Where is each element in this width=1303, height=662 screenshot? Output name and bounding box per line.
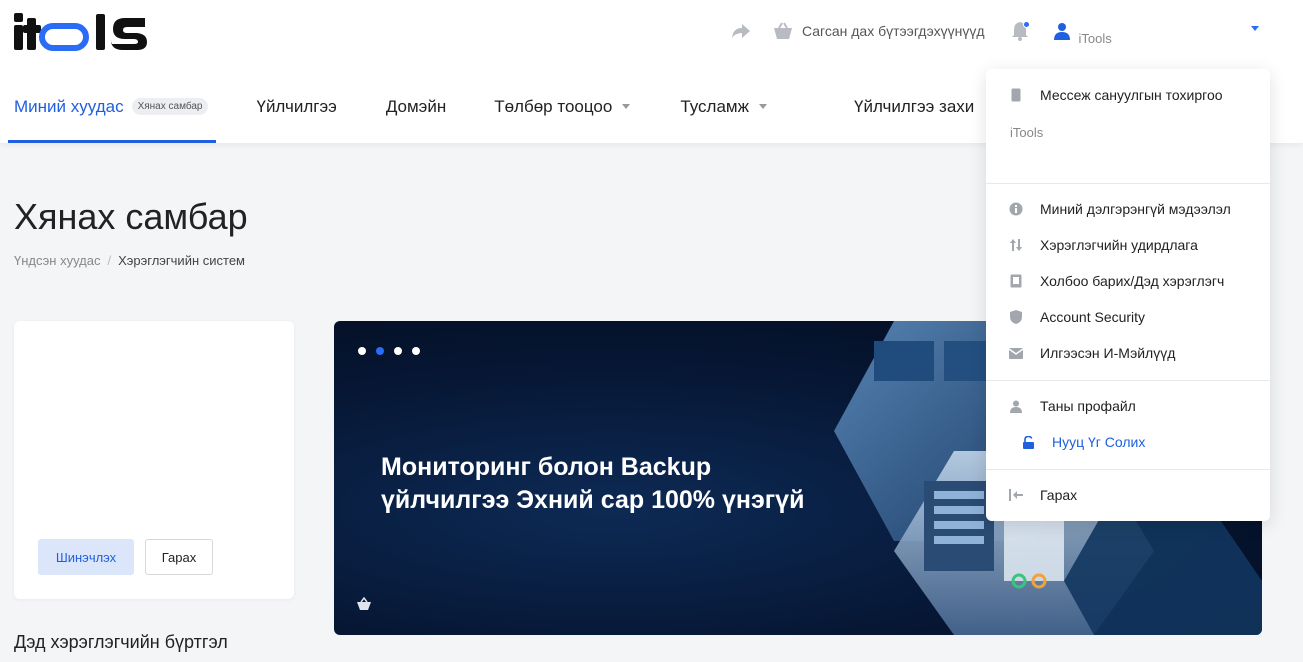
- nav-item-label: Үйлчилгээ захи: [854, 96, 975, 116]
- nav-item-billing[interactable]: Төлбөр тооцоо: [494, 70, 631, 143]
- breadcrumb-separator: /: [107, 253, 112, 268]
- user-icon[interactable]: [1051, 20, 1073, 42]
- phone-icon: [1009, 88, 1023, 102]
- dropdown-item-label: Холбоо барих/Дэд хэрэглэгч: [1040, 273, 1225, 289]
- contact-card-icon: [1009, 274, 1023, 288]
- divider: [986, 469, 1270, 470]
- dropdown-item-label: Хэрэглэгчийн удирдлага: [1040, 237, 1198, 253]
- dashboard-badge: Хянах самбар: [131, 98, 209, 115]
- banner-line-2: үйлчилгээ Эхний сар 100% үнэгүй: [381, 486, 805, 514]
- nav-item-label: Үйлчилгээ: [256, 96, 337, 116]
- page-title: Хянах самбар: [14, 196, 248, 237]
- carousel-dot-active[interactable]: [376, 347, 384, 355]
- carousel-dot[interactable]: [358, 347, 366, 355]
- chevron-down-icon: [622, 104, 631, 109]
- organization-name: iTools: [1010, 125, 1044, 140]
- nav-item-my-page[interactable]: Миний хуудас Хянах самбар: [7, 70, 217, 143]
- dropdown-item-label: Миний дэлгэрэнгүй мэдээлэл: [1040, 201, 1231, 217]
- nav-item-domain[interactable]: Домэйн: [386, 70, 446, 143]
- breadcrumb-current: Хэрэглэгчийн систем: [118, 253, 245, 268]
- dropdown-item-details[interactable]: Миний дэлгэрэнгүй мэдээлэл: [986, 197, 1270, 221]
- logout-button[interactable]: Гарах: [145, 539, 213, 575]
- user-icon: [1009, 399, 1023, 413]
- logout-icon: [1009, 488, 1023, 502]
- banner-headline: Мониторинг болон Backup үйлчилгээ Эхний …: [381, 451, 851, 517]
- breadcrumb-home-link[interactable]: Үндсэн хуудас: [14, 253, 100, 268]
- nav-item-label: Домэйн: [385, 96, 447, 116]
- nav-item-support[interactable]: Тусламж: [680, 70, 767, 143]
- itools-logo[interactable]: [12, 10, 152, 54]
- breadcrumb: Үндсэн хуудас / Хэрэглэгчийн систем: [14, 253, 245, 268]
- dropdown-item-logout[interactable]: Гарах: [986, 483, 1270, 507]
- dropdown-item-user-management[interactable]: Хэрэглэгчийн удирдлага: [986, 233, 1270, 257]
- nav-item-label: Тусламж: [680, 96, 749, 116]
- share-icon[interactable]: [730, 20, 752, 42]
- sort-arrows-icon: [1009, 238, 1023, 252]
- divider: [986, 183, 1270, 184]
- lock-icon: [1021, 435, 1035, 449]
- notification-dot: [1022, 21, 1030, 28]
- dropdown-item-contacts[interactable]: Холбоо барих/Дэд хэрэглэгч: [986, 269, 1270, 293]
- dropdown-item-label: Account Security: [1040, 309, 1146, 325]
- banner-line-1: Мониторинг болон Backup: [381, 453, 712, 481]
- chevron-down-icon: [759, 104, 767, 109]
- notifications-bell-icon[interactable]: [1009, 20, 1031, 42]
- shield-icon: [1009, 310, 1023, 324]
- dropdown-item-label: Мессеж сануулгын тохиргоо: [1040, 87, 1223, 103]
- user-card: Шинэчлэх Гарах: [14, 321, 294, 599]
- dropdown-item-profile[interactable]: Таны профайл: [986, 394, 1270, 418]
- nav-item-order-services[interactable]: Үйлчилгээ захи: [854, 70, 974, 143]
- dropdown-item-sent-emails[interactable]: Илгээсэн И-Мэйлүүд: [986, 341, 1270, 365]
- message-settings-item[interactable]: Мессеж сануулгын тохиргоо: [986, 83, 1270, 107]
- dropdown-item-label: Таны профайл: [1040, 398, 1136, 414]
- cart-icon[interactable]: [772, 20, 794, 42]
- nav-item-label: Миний хуудас: [14, 96, 124, 116]
- dropdown-item-label: Нууц Үг Солих: [1052, 434, 1146, 450]
- main-nav: Миний хуудас Хянах самбар Үйлчилгээ Домэ…: [0, 70, 974, 143]
- dropdown-item-label: Гарах: [1040, 487, 1078, 503]
- carousel-dot[interactable]: [394, 347, 402, 355]
- cart-label[interactable]: Сагсан дах бүтээгдэхүүнүүд: [802, 23, 985, 39]
- user-dropdown-menu: Мессеж сануулгын тохиргоо iTools Миний д…: [986, 69, 1270, 521]
- user-name[interactable]: iTools: [1079, 31, 1112, 46]
- dropdown-item-change-password[interactable]: Нууц Үг Солих: [986, 430, 1270, 454]
- carousel-dot[interactable]: [412, 347, 420, 355]
- info-icon: [1009, 202, 1023, 216]
- basket-icon[interactable]: [356, 596, 372, 613]
- nav-item-services[interactable]: Үйлчилгээ: [256, 70, 336, 143]
- divider: [986, 380, 1270, 381]
- carousel-dots: [358, 347, 430, 355]
- dropdown-item-account-security[interactable]: Account Security: [986, 305, 1270, 329]
- user-menu-chevron-down-icon[interactable]: [1251, 26, 1259, 31]
- refresh-button[interactable]: Шинэчлэх: [38, 539, 134, 575]
- dropdown-item-label: Илгээсэн И-Мэйлүүд: [1040, 345, 1176, 361]
- nav-item-label: Төлбөр тооцоо: [494, 96, 613, 116]
- sub-users-heading: Дэд хэрэглэгчийн бүртгэл: [14, 632, 228, 652]
- envelope-icon: [1009, 346, 1023, 360]
